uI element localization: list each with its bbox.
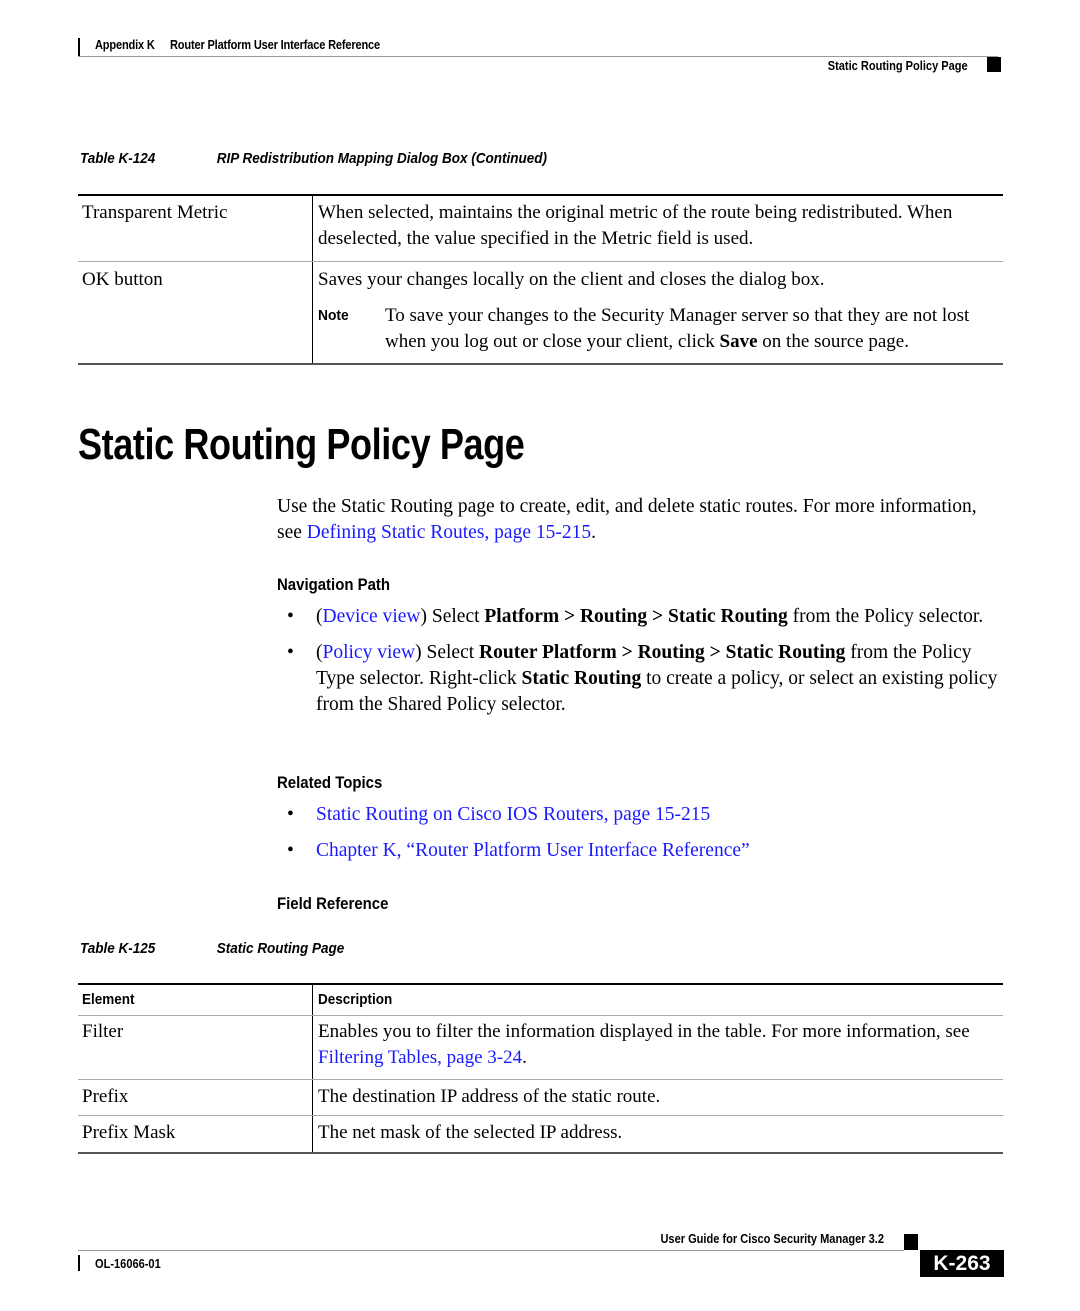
navigation-path-heading: Navigation Path (277, 575, 391, 594)
page-number: K-263 (920, 1250, 1004, 1277)
bullet-icon: • (287, 642, 294, 663)
header-text: Element (82, 991, 135, 1008)
menu-path: Platform > Routing > Static Routing (484, 606, 788, 627)
list-item: • Static Routing on Cisco IOS Routers, pa… (277, 802, 1002, 828)
element-cell: Transparent Metric (78, 194, 313, 262)
navigation-path-list: • (Device view) Select Platform > Routing… (277, 604, 1002, 718)
text: ) Select (415, 642, 480, 663)
table-row: Prefix Mask The net mask of the selected… (78, 1115, 1003, 1154)
table-title: RIP Redistribution Mapping Dialog Box (C… (216, 150, 548, 167)
field-reference-heading: Field Reference (277, 894, 389, 913)
header-rule (78, 56, 998, 57)
menu-path: Router Platform > Routing > Static Routi… (479, 642, 846, 663)
list-item: • Chapter K, “Router Platform User Interf… (277, 838, 1002, 864)
column-header-description: Description (312, 983, 1003, 1016)
description-cell: When selected, maintains the original me… (312, 194, 1003, 262)
description-cell: Enables you to filter the information di… (312, 1015, 1003, 1080)
defining-static-routes-link[interactable]: Defining Static Routes, page 15-215 (307, 522, 591, 543)
table-row: Prefix The destination IP address of the… (78, 1079, 1003, 1116)
description-end: . (522, 1047, 527, 1068)
header-block-mark (987, 57, 1001, 72)
table-k124: Transparent Metric When selected, mainta… (78, 194, 1003, 365)
table-k125: Element Description Filter Enables you t… (78, 983, 1003, 1154)
static-routing-ios-link[interactable]: Static Routing on Cisco IOS Routers, pag… (316, 804, 710, 825)
menu-item-bold: Static Routing (521, 668, 642, 689)
running-header: Appendix K Router Platform User Interface… (95, 37, 380, 52)
bullet-icon: • (287, 606, 294, 627)
guide-title: User Guide for Cisco Security Manager 3.… (660, 1231, 884, 1246)
header-bar-mark (78, 38, 80, 56)
note-text-part: on the source page. (757, 331, 909, 352)
text: from the Policy selector. (787, 606, 984, 627)
table-k124-caption: Table K-124 RIP Redistribution Mapping Di… (80, 150, 547, 167)
description-cell: The destination IP address of the static… (312, 1079, 1003, 1116)
list-item: • (Device view) Select Platform > Routing… (277, 604, 1002, 630)
element-cell: Prefix Mask (78, 1115, 313, 1154)
element-cell: Filter (78, 1015, 313, 1080)
footer-rule (78, 1250, 904, 1251)
bullet-icon: • (287, 804, 294, 825)
note-bold-save: Save (719, 331, 758, 352)
text: ) Select (420, 606, 485, 627)
description-text: Saves your changes locally on the client… (318, 269, 825, 290)
footer-bar-mark (78, 1255, 80, 1271)
table-row: OK button Saves your changes locally on … (78, 261, 1003, 365)
description-cell: Saves your changes locally on the client… (312, 261, 1003, 365)
filtering-tables-link[interactable]: Filtering Tables, page 3-24 (318, 1047, 522, 1068)
table-row: Filter Enables you to filter the informa… (78, 1015, 1003, 1080)
device-view-link[interactable]: Device view (323, 606, 421, 627)
section-header: Static Routing Policy Page (828, 58, 968, 73)
table-k125-caption: Table K-125 Static Routing Page (80, 940, 344, 957)
description-cell: The net mask of the selected IP address. (312, 1115, 1003, 1154)
note: Note To save your changes to the Security… (318, 303, 995, 355)
list-item: • (Policy view) Select Router Platform > … (287, 642, 998, 715)
header-text: Description (318, 991, 393, 1008)
chapter-k-link[interactable]: Chapter K, “Router Platform User Interfa… (316, 840, 750, 861)
appendix-label: Appendix K (95, 37, 155, 52)
table-row: Transparent Metric When selected, mainta… (78, 194, 1003, 262)
description-text: Enables you to filter the information di… (318, 1021, 970, 1042)
policy-view-link[interactable]: Policy view (323, 642, 416, 663)
page-title: Static Routing Policy Page (78, 420, 525, 469)
related-topics-list: • Static Routing on Cisco IOS Routers, pa… (277, 802, 1002, 864)
intro-end: . (591, 522, 596, 543)
element-cell: Prefix (78, 1079, 313, 1116)
chapter-title: Router Platform User Interface Reference (169, 37, 380, 52)
table-title: Static Routing Page (216, 940, 345, 957)
note-label: Note (318, 307, 349, 324)
footer-block-mark (904, 1234, 918, 1250)
intro-paragraph: Use the Static Routing page to create, e… (277, 494, 1002, 546)
bullet-icon: • (287, 840, 294, 861)
table-number: Table K-125 (80, 940, 156, 957)
document-number: OL-16066-01 (95, 1256, 161, 1271)
related-topics-heading: Related Topics (277, 773, 383, 792)
element-cell: OK button (78, 261, 313, 365)
table-header-row: Element Description (78, 983, 1003, 1016)
note-text: To save your changes to the Security Man… (385, 303, 990, 355)
column-header-element: Element (78, 983, 313, 1016)
table-number: Table K-124 (80, 150, 156, 167)
